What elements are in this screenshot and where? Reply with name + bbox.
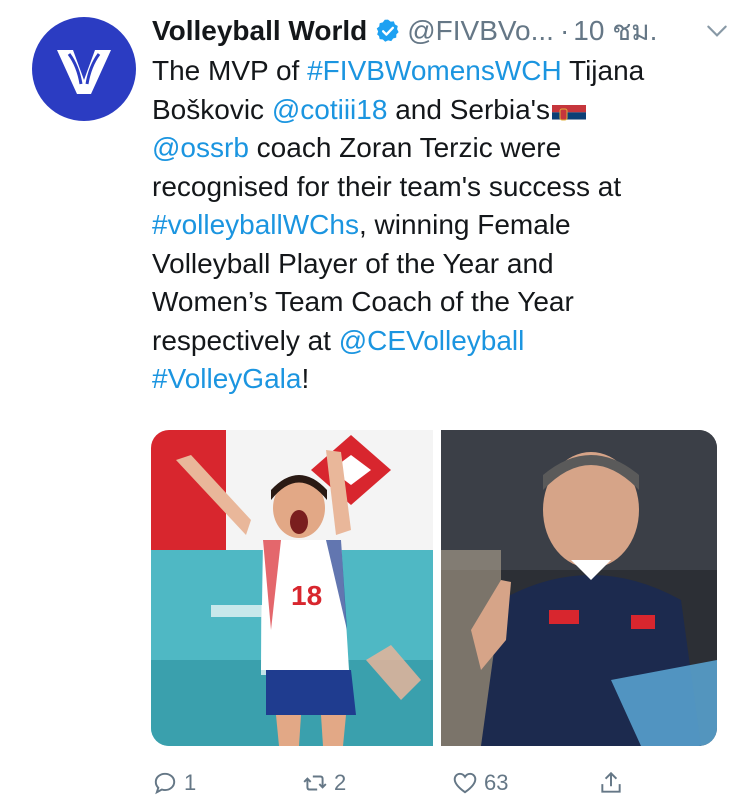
tweet-text-line: Boškovic @cotiii18 and Serbia's [152, 91, 732, 130]
retweet-count: 2 [334, 770, 347, 795]
retweet-button[interactable]: 2 [302, 766, 346, 800]
avatar[interactable] [32, 17, 136, 121]
tweet-text-line: respectively at @CEVolleyball [152, 322, 732, 361]
mention-link[interactable]: @ossrb [152, 132, 249, 163]
tweet-text-segment: and Serbia's [387, 93, 550, 125]
tweet-text-segment: Women’s Team Coach of the Year [152, 286, 574, 317]
share-button[interactable] [598, 766, 624, 800]
timestamp[interactable]: 10 ชม. [573, 9, 657, 53]
tweet-text-line: The MVP of #FIVBWomensWCH Tijana [152, 52, 732, 91]
media-grid: 18 [151, 430, 717, 746]
hashtag-link[interactable]: #VolleyGala [152, 363, 301, 394]
photo-coach-gesturing[interactable] [441, 430, 717, 746]
serbia-flag-icon [551, 99, 586, 121]
like-count: 63 [484, 770, 509, 795]
tweet-text-segment: Tijana [561, 55, 645, 86]
photo-player-celebrating[interactable]: 18 [151, 430, 433, 746]
volleyball-world-logo-icon [57, 50, 111, 94]
mention-link[interactable]: @cotiii18 [272, 94, 388, 125]
svg-text:18: 18 [291, 580, 322, 611]
tweet-text-line: #volleyballWChs, winning Female [152, 206, 732, 245]
tweet-text-segment: The MVP of [152, 55, 308, 86]
reply-count: 1 [184, 770, 197, 795]
tweet-text-line: recognised for their team's success at [152, 168, 732, 207]
handle[interactable]: @FIVBVo... [407, 15, 554, 47]
tweet-text-line: Women’s Team Coach of the Year [152, 283, 732, 322]
hashtag-link[interactable]: #volleyballWChs [152, 209, 359, 240]
tweet-text: The MVP of #FIVBWomensWCH Tijana Boškovic… [152, 52, 732, 399]
tweet-actions: 1 2 63 [152, 766, 632, 800]
tweet-text-segment: ! [301, 363, 310, 394]
mention-link[interactable]: @CEVolleyball [339, 325, 525, 356]
heart-icon [453, 772, 477, 794]
share-icon [601, 771, 621, 793]
tweet-text-segment: , winning Female [358, 209, 571, 240]
reply-button[interactable]: 1 [152, 766, 196, 800]
retweet-icon [303, 775, 327, 791]
tweet-text-segment: coach Zoran Terzic were [248, 132, 562, 163]
hashtag-link[interactable]: #FIVBWomensWCH [307, 55, 562, 86]
chevron-down-icon[interactable] [704, 18, 730, 44]
tweet-text-segment: Volleyball Player of the Year and [152, 247, 554, 279]
display-name[interactable]: Volleyball World [152, 15, 367, 47]
tweet-text-segment: respectively at [152, 324, 339, 356]
tweet-text-line: #VolleyGala! [152, 360, 732, 399]
separator-dot: · [559, 15, 570, 46]
tweet-text-line: Volleyball Player of the Year and [152, 245, 732, 284]
tweet-text-segment: recognised for their team's success at [152, 170, 622, 202]
like-button[interactable]: 63 [452, 766, 508, 800]
tweet-header: Volleyball World @FIVBVo... · 10 ชม. [152, 10, 730, 52]
tweet-text-segment: Boškovic [152, 93, 272, 125]
tweet-text-line: @ossrb coach Zoran Terzic were [152, 129, 732, 168]
verified-badge-icon [376, 19, 399, 42]
reply-icon [154, 772, 176, 795]
